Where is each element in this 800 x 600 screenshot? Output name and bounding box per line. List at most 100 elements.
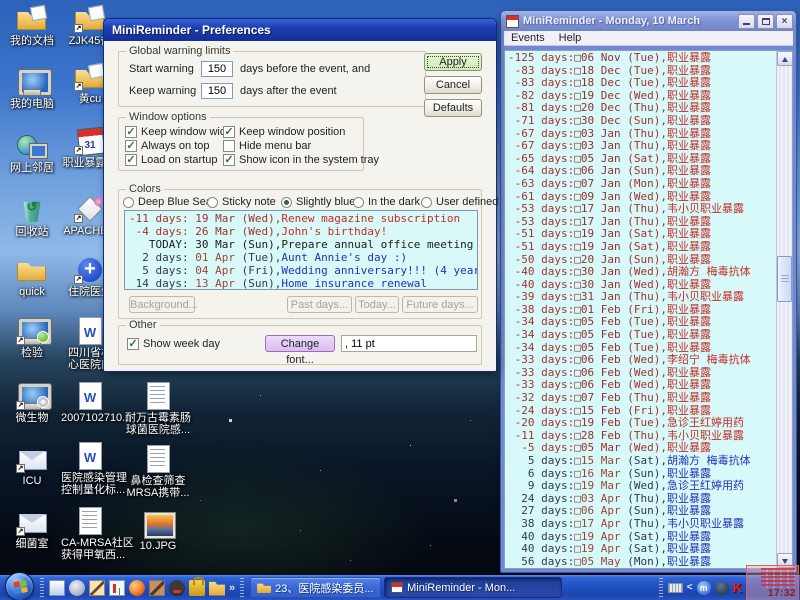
firefox-icon[interactable] [129,580,145,596]
desktop-icon-quick[interactable]: quick [4,256,60,298]
writer-icon[interactable] [149,580,165,596]
minimize-button[interactable] [738,14,755,29]
radio-sticky-note[interactable]: Sticky note [207,196,276,208]
start-button[interactable] [5,572,34,600]
background-button[interactable]: Background... [129,296,195,313]
cancel-button[interactable]: Cancel [424,76,482,94]
qq-icon[interactable] [169,580,185,596]
scrollbar-thumb[interactable] [777,256,792,302]
desktop-icon-my-computer[interactable]: 我的电脑 [4,68,60,110]
quicklaunch-handle[interactable] [40,578,44,597]
media-player-icon[interactable] [69,580,85,596]
mail-icon [15,508,49,536]
keyboard-tray-icon[interactable] [668,583,683,593]
minireminder-title: MiniReminder - Monday, 10 March [523,15,736,27]
close-button[interactable]: × [776,14,793,29]
photo-viewer-icon[interactable] [49,580,65,596]
change-font-button[interactable]: Change font... [265,335,335,352]
quicklaunch-overflow-chevron[interactable]: » [229,582,235,594]
desktop-icon-network-places[interactable]: 网上邻居 [4,132,60,174]
group-global-warning-limits: Global warning limits Start warning days… [118,51,426,107]
checkbox-keep-window-position[interactable]: ✓Keep window position [223,126,345,138]
radio-in-the-dark[interactable]: In the dark [353,196,420,208]
desktop-icon-doc-2007102710[interactable]: W2007102710... [61,382,119,424]
checkbox-hide-menu-bar[interactable]: Hide menu bar [223,140,311,152]
show-week-day-label: Show week day [143,338,220,350]
desktop-icon-ca-mrsa-doc[interactable]: CA-MRSA社区获得甲氧西... [61,507,119,561]
show-week-day-checkbox[interactable]: ✓ Show week day [127,338,220,350]
checkbox-keep-window-width[interactable]: ✓Keep window width [125,126,235,138]
keep-warning-input[interactable] [201,83,233,99]
preview-row: -11 days: 19 Mar (Wed),Renew magazine su… [129,212,477,225]
taskbar: » 23、医院感染委员...MiniReminder - Mon... < m … [0,575,800,600]
recycle-icon [15,196,49,224]
today-button[interactable]: Today... [355,296,399,313]
checkbox-show-icon-in-system-tray[interactable]: ✓Show icon in the system tray [223,154,379,166]
group-legend: Window options [126,111,210,123]
minireminder-titlebar[interactable]: MiniReminder - Monday, 10 March × [501,11,796,31]
taskband-handle[interactable] [240,578,244,597]
folder-icon[interactable] [209,580,225,596]
radio-dot [353,197,364,208]
collapse-tray-icon[interactable]: < [687,582,693,593]
scroll-up-button[interactable] [777,51,793,66]
future-days-button[interactable]: Future days... [402,296,478,313]
preferences-titlebar[interactable]: MiniReminder - Preferences [104,19,496,41]
word-icon: W [73,317,107,345]
shortcut-arrow-icon [16,401,25,410]
tray-handle[interactable] [659,578,663,597]
desktop-icon-jianyan[interactable]: 检验 [4,317,60,359]
radio-dot [281,197,292,208]
desktop-icon-xijunshi[interactable]: 细菌室 [4,508,60,550]
desktop-icon-my-documents[interactable]: 我的文档 [4,5,60,47]
font-value-field[interactable] [341,335,477,352]
desktop-icon-bijiancha-doc[interactable]: 鼻检查筛查MRSA携带... [124,445,192,499]
vertical-scrollbar[interactable] [776,51,792,568]
media-tray-icon[interactable]: m [697,581,711,595]
cd-badge-icon [37,396,49,408]
desktop-icon-label: CA-MRSA社区获得甲氧西... [61,537,119,561]
desktop-icon-weishengwu[interactable]: 微生物 [4,382,60,424]
radio-deep-blue-sea[interactable]: Deep Blue Sea [123,196,212,208]
globe-tray-icon[interactable] [715,581,729,595]
menu-help[interactable]: Help [552,32,589,44]
watermark-marks [761,568,795,588]
kmplayer-tray-icon[interactable]: K [733,580,742,595]
refresh-badge-icon [37,331,49,343]
menu-events[interactable]: Events [504,32,552,44]
desktop-icon-label: 鼻检查筛查MRSA携带... [124,475,192,499]
lock-icon[interactable] [189,580,205,596]
reminder-list: -125 days:□06 Nov (Tue),职业暴露 -83 days:□1… [508,52,775,568]
maximize-button[interactable] [757,14,774,29]
radio-slightly-blue[interactable]: Slightly blue [281,196,355,208]
desktop-icon-naiwangu-doc[interactable]: 耐万古霉素肠球菌医院感... [124,382,192,436]
past-days-button[interactable]: Past days... [287,296,352,313]
medic-icon [73,256,107,284]
checkbox-always-on-top[interactable]: ✓Always on top [125,140,209,152]
checkbox-load-on-startup[interactable]: ✓Load on startup [125,154,217,166]
chart-app-icon[interactable] [109,580,125,596]
desktop-icon-recycle-bin[interactable]: 回收站 [4,196,60,238]
defaults-button[interactable]: Defaults [424,99,482,117]
mail-icon [15,445,49,473]
start-warning-input[interactable] [201,61,233,77]
desktop-icon-jpg-10[interactable]: 10.JPG [124,510,192,552]
taskbar-button-folder-window[interactable]: 23、医院感染委员... [250,577,381,598]
computer-icon [15,68,49,96]
pen-tool-icon[interactable] [89,580,105,596]
desktop-icon-icu[interactable]: ICU [4,445,60,487]
keep-warning-label: Keep warning [129,85,201,97]
compchk-icon [15,317,49,345]
desktop-wallpaper: 我的文档我的电脑网上邻居回收站quick检验微生物ICU细菌室ZJK45备黄cu… [0,0,800,600]
desktop-icon-yiyuan-ganran-doc[interactable]: W医院感染管理控制量化标... [61,442,119,496]
preview-row: -4 days: 26 Mar (Wed),John's birthday! [129,225,477,238]
taskbar-button-minireminder[interactable]: MiniReminder - Mon... [384,577,562,598]
apply-button[interactable]: Apply [424,53,482,71]
desktop-icon-label: 细菌室 [4,538,60,550]
radio-label: Sticky note [222,196,276,208]
radio-user-defined[interactable]: User defined [421,196,498,208]
desktop-icon-label: 我的文档 [4,35,60,47]
reminder-row[interactable]: 56 days:□05 May (Mon),职业暴露 [508,556,775,568]
minimize-icon [743,23,750,25]
close-icon: × [777,15,792,28]
